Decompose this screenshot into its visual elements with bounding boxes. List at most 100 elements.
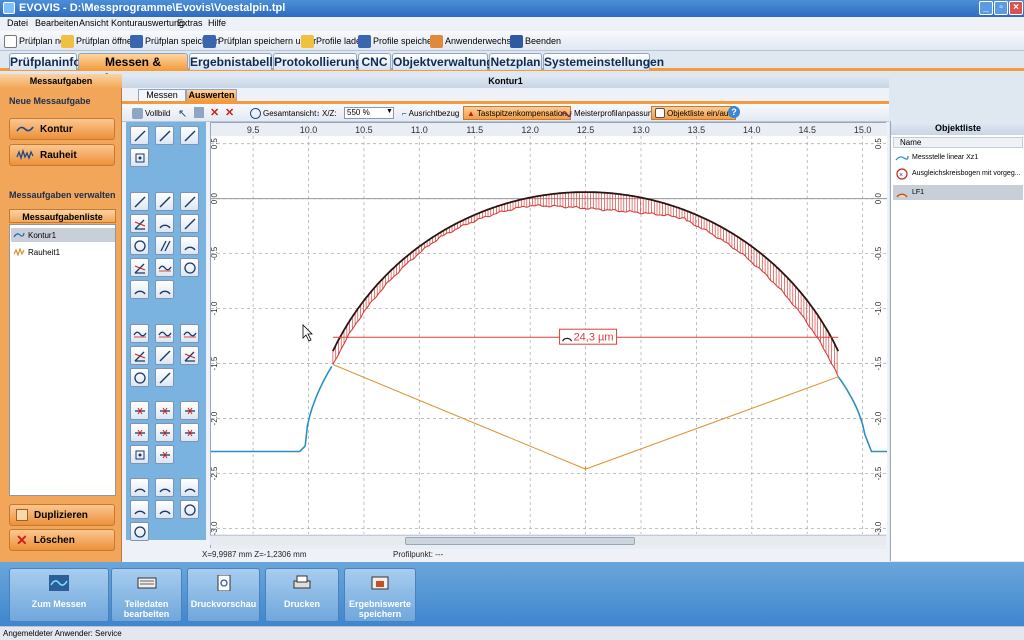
circle-x-single-icon[interactable] — [130, 522, 149, 541]
tab-objektverwaltung[interactable]: Objektverwaltung — [392, 53, 494, 70]
menu-datei[interactable]: Datei — [7, 18, 28, 28]
tab-netzplan[interactable]: Netzplan — [489, 53, 542, 70]
list-item[interactable]: Kontur1 — [11, 228, 115, 242]
tab-systemeinstellungen[interactable]: Systemeinstellungen — [543, 53, 664, 70]
cross-point-2-icon[interactable] — [180, 401, 199, 420]
radius-icon[interactable] — [155, 214, 174, 233]
list-item[interactable]: Messstelle linear Xz1 — [893, 150, 1023, 165]
y-tick-label-left: 0.5 — [211, 138, 219, 150]
arc-x-2-icon[interactable] — [155, 500, 174, 519]
angle-icon[interactable] — [130, 214, 149, 233]
list-item[interactable]: Rauheit1 — [11, 245, 115, 259]
line-icon[interactable] — [180, 214, 199, 233]
menu-extras[interactable]: Extras — [177, 18, 203, 28]
subtab-messen[interactable]: Messen — [138, 89, 186, 101]
zum-messen-button[interactable]: Zum Messen — [9, 568, 109, 622]
list-item[interactable]: × Ausgleichskreisbogen mit vorgeg... — [893, 166, 1023, 181]
arc-fit-2-icon[interactable] — [155, 280, 174, 299]
angle-line-icon[interactable] — [130, 346, 149, 365]
copy-icon[interactable] — [194, 107, 204, 118]
roughness-profile-icon[interactable] — [155, 258, 174, 277]
arc-fit-icon[interactable] — [130, 280, 149, 299]
axis-xz-tool-icon[interactable] — [180, 126, 199, 145]
point-x-icon[interactable] — [155, 445, 174, 464]
profile-laden-button[interactable]: Profile laden — [301, 34, 366, 48]
name-column-header[interactable]: Name — [893, 137, 1023, 148]
chart-area[interactable]: 9.59.510.010.010.510.511.011.011.511.512… — [210, 122, 887, 549]
cross-multi-icon[interactable] — [155, 423, 174, 442]
menu-ansicht[interactable]: Ansicht — [79, 18, 109, 28]
tastspitzenkompensation-toggle[interactable]: ▲ Tastspitzenkompensation — [463, 106, 571, 120]
tab-pruefplaninfo[interactable]: Prüfplaninfo — [9, 53, 81, 70]
scroll-thumb[interactable] — [405, 537, 635, 545]
minimize-button[interactable]: _ — [979, 1, 993, 15]
anwenderwechsel-button[interactable]: Anwenderwechsel — [430, 34, 518, 48]
druckvorschau-button[interactable]: Druckvorschau — [187, 568, 260, 622]
horizontal-scrollbar[interactable] — [210, 535, 886, 545]
delete-object-icon[interactable]: ✕ — [210, 106, 219, 119]
pruefplan-speichern-unter-button[interactable]: Prüfplan speichern unter — [203, 34, 316, 48]
kontur-button[interactable]: Kontur — [9, 118, 115, 140]
delete-all-icon[interactable]: ✕ — [225, 106, 234, 119]
beenden-button[interactable]: Beenden — [510, 34, 561, 48]
line-fit-icon[interactable] — [130, 324, 149, 343]
line-fit-2-icon[interactable] — [155, 324, 174, 343]
point-select-icon[interactable] — [130, 445, 149, 464]
duplizieren-button[interactable]: Duplizieren — [9, 504, 115, 526]
axis-x-tool-icon[interactable] — [130, 126, 149, 145]
loeschen-button[interactable]: ✕ Löschen — [9, 529, 115, 551]
teiledaten-bearbeiten-button[interactable]: Teiledaten bearbeiten — [111, 568, 182, 622]
tool-glyph — [135, 429, 145, 437]
distance-h-icon[interactable] — [130, 192, 149, 211]
ausrichtbezug-button[interactable]: ⌐ Ausrichtbezug — [402, 106, 459, 120]
menu-bearbeiten[interactable]: Bearbeiten — [35, 18, 79, 28]
gesamtansicht-button[interactable]: Gesamtansicht — [250, 106, 316, 120]
maximize-button[interactable]: ▫ — [994, 1, 1008, 15]
arc-icon[interactable] — [180, 236, 199, 255]
circle-icon[interactable] — [130, 236, 149, 255]
tab-cnc[interactable]: CNC — [358, 53, 391, 70]
cross-line-icon[interactable] — [130, 401, 149, 420]
drucken-button[interactable]: Drucken — [265, 568, 339, 622]
ergebniswerte-speichern-button[interactable]: Ergebniswerte speichern — [344, 568, 416, 622]
list-item[interactable]: LF1 — [893, 185, 1023, 200]
close-button[interactable]: × — [1009, 1, 1023, 15]
circle-x-icon[interactable] — [180, 500, 199, 519]
subtab-auswerten[interactable]: Auswerten — [186, 89, 237, 101]
distance-diag-icon[interactable] — [180, 192, 199, 211]
distance-v-icon[interactable] — [155, 192, 174, 211]
arc-under-3-icon[interactable] — [180, 478, 199, 497]
tab-ergebnistabelle[interactable]: Ergebnistabelle — [189, 53, 279, 70]
cross-point-3-icon[interactable] — [180, 423, 199, 442]
meisterprofilanpassung-button[interactable]: Meisterprofilanpassung — [560, 106, 657, 120]
title-bar: EVOVIS - D:\Messprogramme\Evovis\Voestal… — [0, 0, 1024, 17]
axis-z-tool-icon[interactable] — [155, 126, 174, 145]
arc-x-icon[interactable] — [130, 500, 149, 519]
diagonal-line-icon[interactable] — [155, 368, 174, 387]
pointer-icon[interactable]: ↖ — [178, 107, 187, 120]
line-fit-3-icon[interactable] — [180, 324, 199, 343]
line-slope-icon[interactable] — [155, 346, 174, 365]
circle-fit-icon[interactable] — [180, 258, 199, 277]
point-tool-icon[interactable] — [130, 148, 149, 167]
parallel-icon[interactable] — [155, 236, 174, 255]
rauheit-button[interactable]: Rauheit — [9, 144, 115, 166]
tab-protokollierung[interactable]: Protokollierung — [273, 53, 363, 70]
circle-pair-icon[interactable] — [130, 368, 149, 387]
pruefplan-oeffnen-button[interactable]: Prüfplan öffnen — [61, 34, 137, 48]
menu-hilfe[interactable]: Hilfe — [208, 18, 226, 28]
help-icon[interactable]: ? — [728, 106, 740, 118]
intersection-icon[interactable] — [130, 258, 149, 277]
cross-point-icon[interactable] — [155, 401, 174, 420]
arc-under-icon[interactable] — [130, 478, 149, 497]
objektliste-toggle[interactable]: Objektliste ein/aus — [651, 106, 737, 120]
menu-konturauswertung[interactable]: Konturauswertung — [111, 18, 184, 28]
profile-chart[interactable]: 9.59.510.010.010.510.511.011.011.511.512… — [211, 123, 887, 549]
arc-under-2-icon[interactable] — [155, 478, 174, 497]
tab-messen-auswerten[interactable]: Messen & Auswerten — [78, 53, 188, 85]
cross-line-2-icon[interactable] — [130, 423, 149, 442]
profile-speichern-button[interactable]: Profile speichern — [358, 34, 440, 48]
line-angle-2-icon[interactable] — [180, 346, 199, 365]
vollbild-button[interactable]: Vollbild — [132, 106, 170, 120]
chevron-down-icon[interactable]: ▼ — [386, 108, 393, 115]
